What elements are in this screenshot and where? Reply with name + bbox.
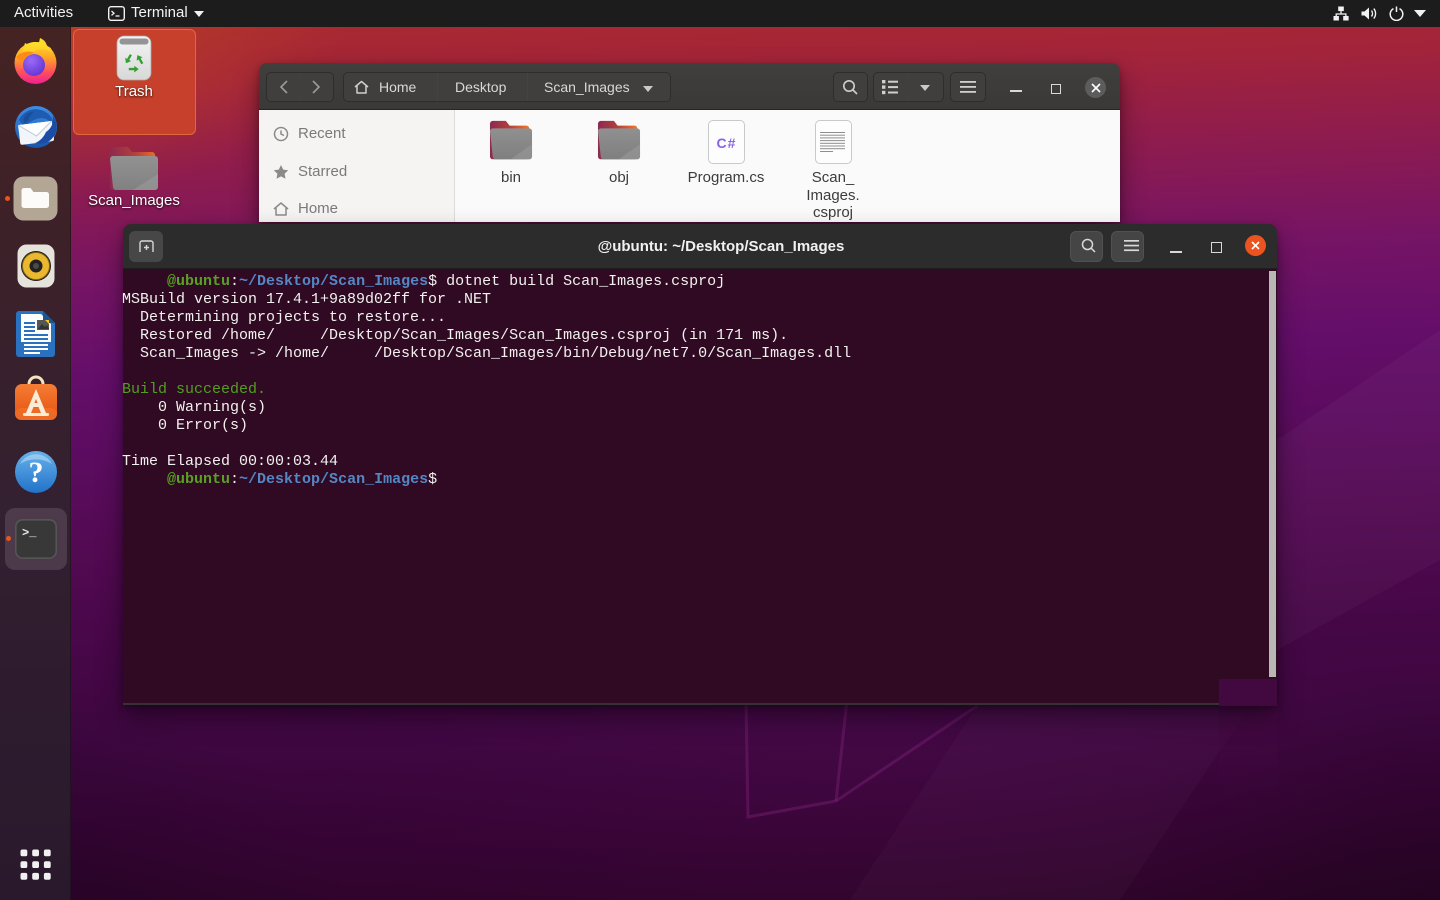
svg-text:>_: >_ bbox=[22, 526, 37, 540]
svg-text:?: ? bbox=[29, 456, 44, 489]
